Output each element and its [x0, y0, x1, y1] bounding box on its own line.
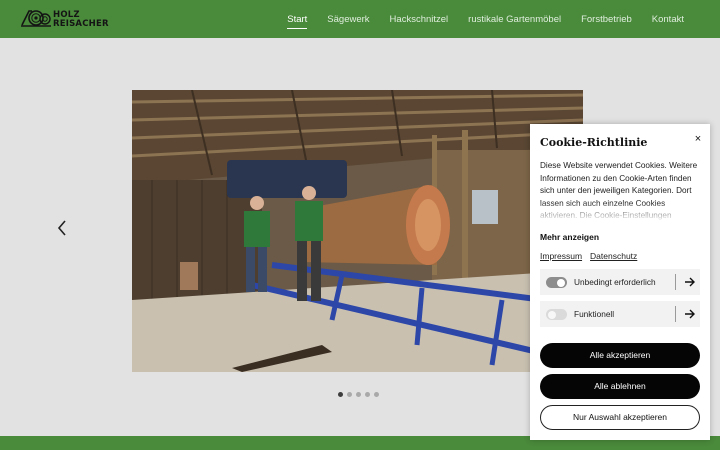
cookie-title: Cookie-Richtlinie	[540, 136, 648, 149]
slider-dot-4[interactable]	[365, 392, 370, 397]
toggle-knob	[557, 278, 565, 287]
chevron-left-icon	[57, 220, 66, 236]
category-functional[interactable]: Funktionell	[540, 301, 700, 327]
toggle-knob	[548, 310, 556, 319]
slider-dot-2[interactable]	[347, 392, 352, 397]
category-label: Funktionell	[574, 309, 615, 319]
slider-dot-3[interactable]	[356, 392, 361, 397]
necessary-toggle[interactable]	[546, 277, 567, 288]
cookie-dialog: Cookie-Richtlinie × Diese Website verwen…	[530, 124, 710, 440]
text-fade	[540, 202, 702, 222]
nav-hackschnitzel[interactable]: Hackschnitzel	[390, 14, 449, 25]
datenschutz-link[interactable]: Datenschutz	[590, 251, 637, 261]
legal-links: Impressum Datenschutz	[540, 251, 637, 261]
site-header: HOLZ REISACHER Start Sägewerk Hackschnit…	[0, 0, 720, 38]
logo-text: HOLZ REISACHER	[53, 11, 109, 28]
arrow-right-icon[interactable]	[683, 275, 697, 289]
slider-image	[132, 90, 583, 372]
logo[interactable]: HOLZ REISACHER	[20, 8, 120, 30]
slider-prev-button[interactable]	[54, 218, 70, 238]
sawmill-photo	[132, 90, 583, 372]
accept-all-button[interactable]: Alle akzeptieren	[540, 343, 700, 368]
category-necessary[interactable]: Unbedingt erforderlich	[540, 269, 700, 295]
nav-forstbetrieb[interactable]: Forstbetrieb	[581, 14, 632, 25]
close-icon[interactable]: ×	[690, 131, 706, 147]
accept-selection-button[interactable]: Nur Auswahl akzeptieren	[540, 405, 700, 430]
slider-dots	[338, 392, 379, 397]
show-more-link[interactable]: Mehr anzeigen	[540, 232, 599, 242]
nav-saegewerk[interactable]: Sägewerk	[327, 14, 369, 25]
slider-dot-1[interactable]	[338, 392, 343, 397]
nav-kontakt[interactable]: Kontakt	[652, 14, 684, 25]
nav-start[interactable]: Start	[287, 14, 308, 29]
functional-toggle[interactable]	[546, 309, 567, 320]
impressum-link[interactable]: Impressum	[540, 251, 582, 261]
divider	[675, 274, 676, 290]
cookie-description: Diese Website verwendet Cookies. Weitere…	[540, 160, 702, 222]
log-saw-icon	[21, 10, 51, 27]
main-nav: Start Sägewerk Hackschnitzel rustikale G…	[287, 0, 684, 38]
nav-gartenmoebel[interactable]: rustikale Gartenmöbel	[468, 14, 561, 25]
logo-line-2: REISACHER	[53, 18, 109, 29]
slider-dot-5[interactable]	[374, 392, 379, 397]
reject-all-button[interactable]: Alle ablehnen	[540, 374, 700, 399]
category-label: Unbedingt erforderlich	[574, 277, 656, 287]
divider	[675, 306, 676, 322]
arrow-right-icon[interactable]	[683, 307, 697, 321]
